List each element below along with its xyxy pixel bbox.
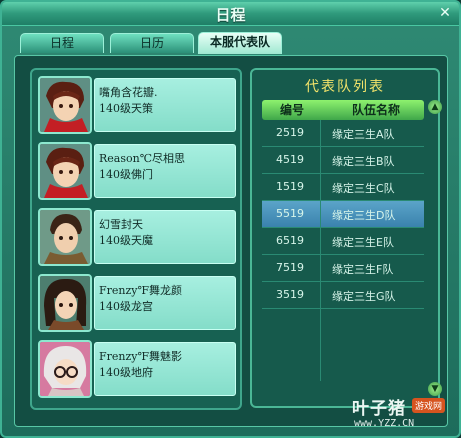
- member-name: Frenzy℉舞龙颜: [99, 284, 183, 297]
- watermark-logo: 叶子猪 游戏网 www.YZZ.CN: [352, 392, 460, 438]
- team-name: 缘定三生G队: [332, 290, 396, 303]
- avatar: [38, 76, 92, 134]
- column-divider: [320, 147, 321, 173]
- member-name: Frenzy℉舞魅影: [99, 350, 183, 363]
- column-divider: [320, 255, 321, 281]
- team-list-title: 代表队列表: [305, 79, 385, 95]
- team-id: 3519: [276, 288, 304, 301]
- member-name: 幻雪封天: [99, 218, 143, 231]
- member-card[interactable]: 幻雪封天 140级天魔: [38, 208, 236, 266]
- header-team-name: 队伍名称: [352, 103, 401, 117]
- table-row[interactable]: 3519 缘定三生G队: [262, 282, 424, 309]
- table-row[interactable]: 4519 缘定三生B队: [262, 147, 424, 174]
- column-divider: [320, 282, 321, 308]
- team-id: 4519: [276, 153, 304, 166]
- column-divider: [320, 309, 321, 381]
- avatar: [38, 340, 92, 398]
- table-row-selected[interactable]: 5519 缘定三生D队: [262, 201, 424, 228]
- member-info: 幻雪封天 140级天魔: [94, 210, 236, 264]
- scroll-up-icon[interactable]: ▲: [428, 100, 442, 114]
- team-id: 7519: [276, 261, 304, 274]
- table-row[interactable]: 1519 缘定三生C队: [262, 174, 424, 201]
- team-name: 缘定三生B队: [332, 155, 395, 168]
- member-card[interactable]: Frenzy℉舞龙颜 140级龙宫: [38, 274, 236, 332]
- team-name: 缘定三生A队: [332, 128, 395, 141]
- tab-server-team[interactable]: 本服代表队: [198, 32, 282, 54]
- column-divider: [320, 120, 321, 146]
- member-info: Reason℃尽相思 140级佛门: [94, 144, 236, 198]
- team-id: 5519: [276, 207, 304, 220]
- team-id: 1519: [276, 180, 304, 193]
- team-name: 缘定三生D队: [332, 209, 396, 222]
- column-divider: [320, 228, 321, 254]
- member-level: 140级天策: [99, 102, 153, 115]
- member-card[interactable]: 嘴角含花瓣. 140级天策: [38, 76, 236, 134]
- table-empty-area: [262, 309, 424, 381]
- member-level: 140级佛门: [99, 168, 153, 181]
- member-name: 嘴角含花瓣.: [99, 86, 158, 99]
- team-id: 2519: [276, 126, 304, 139]
- team-name: 缘定三生E队: [332, 236, 394, 249]
- schedule-window: 日程 ✕ 日程 日历 本服代表队 嘴角含花瓣. 140级天策 Reason℃尽相…: [0, 0, 461, 438]
- member-card[interactable]: Reason℃尽相思 140级佛门: [38, 142, 236, 200]
- member-info: Frenzy℉舞魅影 140级地府: [94, 342, 236, 396]
- member-info: Frenzy℉舞龙颜 140级龙宫: [94, 276, 236, 330]
- tab-calendar[interactable]: 日历: [110, 33, 194, 53]
- window-title: 日程: [215, 6, 246, 24]
- member-card[interactable]: Frenzy℉舞魅影 140级地府: [38, 340, 236, 398]
- team-list-panel: 代表队列表 编号 队伍名称 2519 缘定三生A队 4519 缘定三生B队 15…: [250, 68, 442, 408]
- member-info: 嘴角含花瓣. 140级天策: [94, 78, 236, 132]
- title-bar[interactable]: 日程 ✕: [2, 2, 459, 26]
- avatar: [38, 274, 92, 332]
- member-list: 嘴角含花瓣. 140级天策 Reason℃尽相思 140级佛门 幻雪封天 140…: [30, 68, 242, 410]
- table-row[interactable]: 6519 缘定三生E队: [262, 228, 424, 255]
- member-level: 140级天魔: [99, 234, 153, 247]
- column-divider: [320, 174, 321, 200]
- team-table-header: 编号 队伍名称: [262, 100, 424, 120]
- tab-schedule[interactable]: 日程: [20, 33, 104, 53]
- watermark-badge: 游戏网: [412, 398, 446, 413]
- table-row[interactable]: 2519 缘定三生A队: [262, 120, 424, 147]
- watermark-url: www.YZZ.CN: [354, 418, 415, 429]
- member-level: 140级地府: [99, 366, 153, 379]
- close-icon[interactable]: ✕: [437, 5, 453, 21]
- watermark-main: 叶子猪: [352, 399, 406, 419]
- member-name: Reason℃尽相思: [99, 152, 186, 165]
- table-row[interactable]: 7519 缘定三生F队: [262, 255, 424, 282]
- avatar: [38, 142, 92, 200]
- team-name: 缘定三生C队: [332, 182, 395, 195]
- team-id: 6519: [276, 234, 304, 247]
- team-name: 缘定三生F队: [332, 263, 394, 276]
- column-divider: [320, 201, 321, 227]
- avatar: [38, 208, 92, 266]
- header-id: 编号: [280, 103, 305, 117]
- member-level: 140级龙宫: [99, 300, 153, 313]
